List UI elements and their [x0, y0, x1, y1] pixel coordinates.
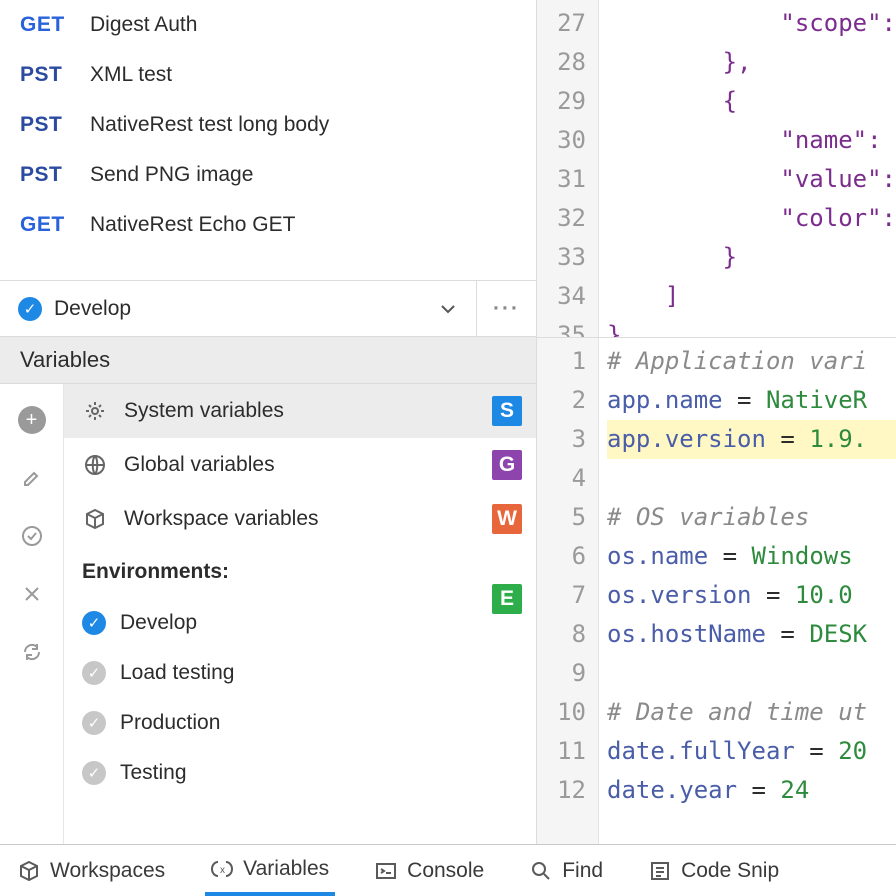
tab-console[interactable]: Console — [369, 845, 490, 896]
scope-label: Workspace variables — [124, 507, 518, 531]
term-icon — [375, 860, 397, 882]
tab-find[interactable]: Find — [524, 845, 609, 896]
tab-label: Console — [407, 859, 484, 883]
add-icon[interactable]: + — [18, 406, 46, 434]
check-icon: ✓ — [82, 611, 106, 635]
check-circle-icon[interactable] — [18, 522, 46, 550]
tab-label: Variables — [243, 857, 329, 881]
http-method-badge: GET — [20, 13, 68, 37]
request-row[interactable]: PST NativeRest test long body — [0, 100, 536, 150]
tab-variables[interactable]: x Variables — [205, 845, 335, 896]
svg-text:x: x — [220, 865, 225, 876]
request-name: Digest Auth — [90, 13, 197, 37]
scope-label: Global variables — [124, 453, 518, 477]
bottom-tabs: Workspaces x Variables Console Find Code Snip — [0, 844, 896, 896]
environment-name: Develop — [120, 611, 197, 635]
variables-rail: + — [0, 384, 64, 844]
code-editor-top[interactable]: 272829303132333435 "scope": }, { "name":… — [537, 0, 896, 337]
chevron-down-icon[interactable] — [438, 299, 458, 319]
check-icon: ✓ — [18, 297, 42, 321]
variable-scope-row[interactable]: System variablesS — [64, 384, 536, 438]
environment-picker[interactable]: ✓ Develop — [0, 297, 476, 321]
request-name: NativeRest test long body — [90, 113, 329, 137]
http-method-badge: GET — [20, 213, 68, 237]
tab-workspaces[interactable]: Workspaces — [12, 845, 171, 896]
request-name: Send PNG image — [90, 163, 253, 187]
more-button[interactable]: ··· — [476, 281, 536, 336]
variable-scope-list: System variablesSGlobal variablesGWorksp… — [64, 384, 536, 844]
tab-code-snip[interactable]: Code Snip — [643, 845, 785, 896]
close-icon[interactable] — [18, 580, 46, 608]
code-editor-bottom[interactable]: 123456789101112 # Application variapp.na… — [537, 337, 896, 844]
request-row[interactable]: PST XML test — [0, 50, 536, 100]
env-badge: E — [492, 584, 522, 614]
environment-selected: Develop — [54, 297, 131, 321]
tab-label: Workspaces — [50, 859, 165, 883]
check-icon: ✓ — [82, 711, 106, 735]
scope-label: System variables — [124, 399, 518, 423]
environments-header: Environments:E — [64, 546, 536, 598]
http-method-badge: PST — [20, 63, 68, 87]
box-icon — [82, 508, 108, 530]
environment-item[interactable]: ✓ Production — [64, 698, 536, 748]
edit-icon[interactable] — [18, 464, 46, 492]
variable-scope-row[interactable]: Workspace variablesW — [64, 492, 536, 546]
tab-label: Find — [562, 859, 603, 883]
variable-scope-row[interactable]: Global variablesG — [64, 438, 536, 492]
request-row[interactable]: PST Send PNG image — [0, 150, 536, 200]
request-list: GET Digest Auth PST XML test PST NativeRest t… — [0, 0, 536, 280]
environment-item[interactable]: ✓ Testing — [64, 748, 536, 798]
environment-bar: ✓ Develop ··· — [0, 280, 536, 336]
refresh-icon[interactable] — [18, 638, 46, 666]
variables-header: Variables — [0, 336, 536, 384]
gear-icon — [82, 400, 108, 422]
http-method-badge: PST — [20, 163, 68, 187]
environment-item[interactable]: ✓ Develop — [64, 598, 536, 648]
environment-item[interactable]: ✓ Load testing — [64, 648, 536, 698]
scope-badge: G — [492, 450, 522, 480]
request-row[interactable]: GET Digest Auth — [0, 0, 536, 50]
paren-icon: x — [211, 858, 233, 880]
snippet-icon — [649, 860, 671, 882]
scope-badge: W — [492, 504, 522, 534]
environment-name: Load testing — [120, 661, 234, 685]
environment-name: Production — [120, 711, 220, 735]
globe-icon — [82, 454, 108, 476]
check-icon: ✓ — [82, 761, 106, 785]
tab-label: Code Snip — [681, 859, 779, 883]
request-name: XML test — [90, 63, 172, 87]
request-row[interactable]: GET NativeRest Echo GET — [0, 200, 536, 250]
box-icon — [18, 860, 40, 882]
environment-name: Testing — [120, 761, 187, 785]
check-icon: ✓ — [82, 661, 106, 685]
scope-badge: S — [492, 396, 522, 426]
request-name: NativeRest Echo GET — [90, 213, 295, 237]
http-method-badge: PST — [20, 113, 68, 137]
search-icon — [530, 860, 552, 882]
